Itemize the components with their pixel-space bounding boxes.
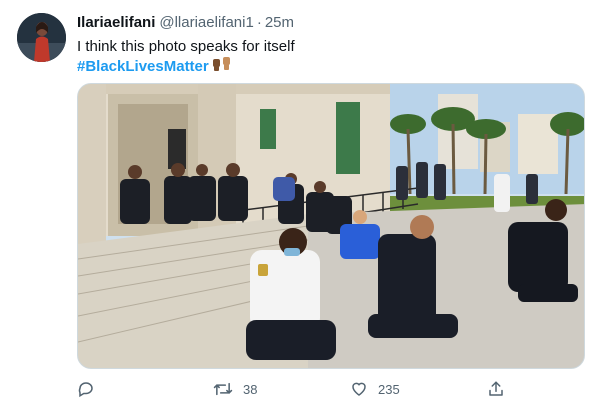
raised-fists-emoji-icon [212,56,232,77]
reply-button[interactable] [77,378,95,400]
share-icon [487,380,505,398]
hashtag-link[interactable]: #BlackLivesMatter [77,57,209,76]
tweet-header: Ilariaelifani @llariaelifani1 · 25m [77,14,294,32]
display-name[interactable]: Ilariaelifani [77,14,155,31]
like-button[interactable]: 235 [350,378,400,400]
heart-icon [350,380,368,398]
tweet-card[interactable]: Ilariaelifani @llariaelifani1 · 25m I think… [0,0,597,403]
separator-dot: · [256,14,262,31]
hashtag-line: #BlackLivesMatter [77,56,232,77]
tweet-photo[interactable] [77,83,585,369]
share-button[interactable] [487,378,505,400]
tweet-text: I think this photo speaks for itself [77,38,295,55]
like-count: 235 [378,381,400,397]
reply-icon [77,380,95,398]
tweet-actions: 38 235 [77,378,585,400]
user-handle[interactable]: @llariaelifani1 [159,14,253,31]
avatar[interactable] [17,13,66,62]
timestamp[interactable]: 25m [265,14,294,31]
retweet-icon [213,380,233,398]
retweet-count: 38 [243,381,258,397]
retweet-button[interactable]: 38 [213,378,257,400]
